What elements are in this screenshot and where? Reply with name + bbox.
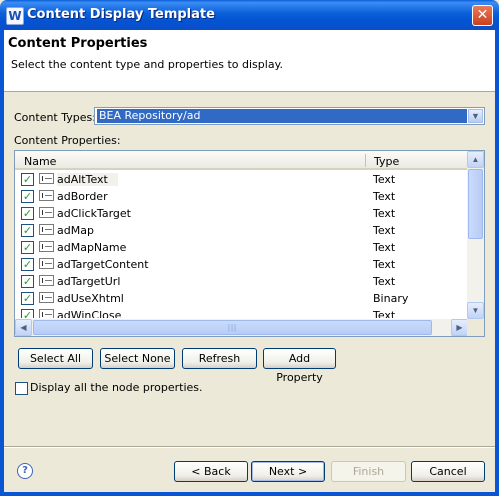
table-row[interactable]: ✓ adMapName Text (15, 239, 468, 256)
scroll-right-icon[interactable]: ▶ (451, 319, 468, 336)
content-types-label: Content Types: (14, 111, 96, 124)
table-header: Name Type (15, 151, 468, 170)
back-button[interactable]: < Back (174, 461, 248, 482)
table-row[interactable]: ✓ adTargetUrl Text (15, 273, 468, 290)
select-none-button[interactable]: Select None (100, 348, 175, 369)
select-all-button[interactable]: Select All (18, 348, 93, 369)
property-name: adMap (57, 224, 94, 237)
property-type: Text (373, 224, 396, 237)
column-header-type[interactable]: Type (374, 155, 399, 168)
property-name: adTargetUrl (57, 275, 121, 288)
row-checkbox[interactable]: ✓ (21, 224, 34, 237)
property-name: adUseXhtml (57, 292, 124, 305)
property-type: Text (373, 207, 396, 220)
help-icon[interactable]: ? (17, 463, 33, 479)
table-row[interactable]: ✓ adBorder Text (15, 188, 468, 205)
property-name: adWinClose (57, 309, 122, 318)
table-row[interactable]: ✓ adTargetContent Text (15, 256, 468, 273)
row-checkbox[interactable]: ✓ (21, 309, 34, 318)
property-type: Text (373, 275, 396, 288)
horizontal-scrollbar[interactable]: ◀ ||| ▶ (15, 319, 468, 336)
property-name: adClickTarget (57, 207, 131, 220)
property-icon (39, 258, 54, 269)
property-icon (39, 292, 54, 303)
table-row[interactable]: ✓ adAltText Text (15, 171, 468, 188)
property-icon (39, 190, 54, 201)
next-button[interactable]: Next > (251, 461, 325, 482)
table-row[interactable]: ✓ adClickTarget Text (15, 205, 468, 222)
property-icon (39, 224, 54, 235)
title-bar: W Content Display Template ✕ (0, 0, 499, 30)
horizontal-scroll-thumb[interactable]: ||| (33, 320, 432, 335)
row-checkbox[interactable]: ✓ (21, 241, 34, 254)
property-type: Text (373, 258, 396, 271)
table-row[interactable]: ✓ adMap Text (15, 222, 468, 239)
scroll-down-icon[interactable]: ▼ (467, 302, 484, 319)
property-type: Text (373, 241, 396, 254)
refresh-button[interactable]: Refresh (182, 348, 257, 369)
cancel-button[interactable]: Cancel (411, 461, 485, 482)
table-row[interactable]: ✓ adUseXhtml Binary (15, 290, 468, 307)
window-frame-right (495, 30, 499, 496)
vertical-scrollbar[interactable]: ▲ ▼ (467, 151, 484, 319)
row-checkbox[interactable]: ✓ (21, 292, 34, 305)
page-title: Content Properties (8, 36, 148, 51)
row-checkbox[interactable]: ✓ (21, 275, 34, 288)
chevron-down-icon[interactable]: ▼ (468, 109, 483, 123)
property-icon (39, 241, 54, 252)
property-type: Text (373, 173, 396, 186)
row-checkbox[interactable]: ✓ (21, 173, 34, 186)
property-type: Binary (373, 292, 409, 305)
window-frame-left (0, 30, 4, 496)
content-properties-label: Content Properties: (14, 134, 121, 147)
window-frame-bottom (0, 492, 499, 496)
properties-table: Name Type ✓ adAltText Text ✓ adBorder Te… (14, 150, 485, 337)
scroll-left-icon[interactable]: ◀ (15, 319, 32, 336)
footer-divider (4, 446, 495, 448)
finish-button[interactable]: Finish (331, 461, 406, 482)
window-title: Content Display Template (27, 7, 215, 22)
add-property-button[interactable]: Add Property (263, 348, 336, 384)
property-icon (39, 207, 54, 218)
display-all-label[interactable]: Display all the node properties. (30, 381, 203, 394)
property-type: Text (373, 309, 396, 318)
row-checkbox[interactable]: ✓ (21, 258, 34, 271)
app-logo-icon: W (6, 7, 24, 25)
property-name: adTargetContent (57, 258, 149, 271)
display-all-checkbox[interactable] (15, 382, 28, 395)
property-icon (39, 275, 54, 286)
property-icon (39, 173, 54, 184)
content-types-selected-value: BEA Repository/ad (97, 109, 467, 123)
property-name: adAltText (57, 173, 118, 186)
scrollbar-corner (467, 319, 484, 336)
property-icon (39, 309, 54, 318)
close-button[interactable]: ✕ (472, 5, 493, 26)
table-body: ✓ adAltText Text ✓ adBorder Text ✓ adCli… (15, 171, 468, 318)
property-type: Text (373, 190, 396, 203)
header-banner: Content Properties Select the content ty… (4, 30, 495, 92)
scroll-up-icon[interactable]: ▲ (467, 151, 484, 168)
row-checkbox[interactable]: ✓ (21, 207, 34, 220)
content-types-dropdown[interactable]: BEA Repository/ad ▼ (94, 107, 485, 125)
vertical-scroll-thumb[interactable] (468, 169, 483, 239)
column-header-name[interactable]: Name (24, 155, 56, 168)
property-name: adMapName (57, 241, 127, 254)
column-divider[interactable] (365, 154, 366, 167)
page-description: Select the content type and properties t… (11, 58, 284, 71)
property-name: adBorder (57, 190, 108, 203)
table-row[interactable]: ✓ adWinClose Text (15, 307, 468, 318)
row-checkbox[interactable]: ✓ (21, 190, 34, 203)
